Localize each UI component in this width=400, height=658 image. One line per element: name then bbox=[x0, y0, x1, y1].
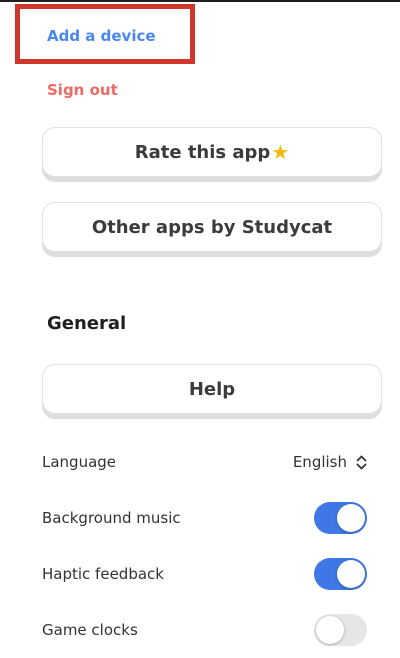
rate-app-label: Rate this app bbox=[134, 141, 271, 163]
game-clocks-toggle[interactable] bbox=[314, 614, 367, 646]
haptic-feedback-row: Haptic feedback bbox=[42, 557, 367, 591]
rate-app-button[interactable]: Rate this app ★ bbox=[42, 127, 382, 177]
background-music-row: Background music bbox=[42, 501, 367, 535]
sign-out-link[interactable]: Sign out bbox=[47, 81, 118, 99]
other-apps-button[interactable]: Other apps by Studycat bbox=[42, 202, 382, 252]
toggle-knob bbox=[316, 616, 344, 644]
other-apps-label: Other apps by Studycat bbox=[91, 216, 333, 238]
language-row: Language English bbox=[42, 445, 367, 479]
chevron-up-down-icon bbox=[355, 454, 367, 470]
toggle-knob bbox=[337, 560, 365, 588]
haptic-feedback-toggle[interactable] bbox=[314, 558, 367, 590]
add-device-link[interactable]: Add a device bbox=[47, 27, 156, 45]
background-music-label: Background music bbox=[42, 509, 181, 527]
background-music-toggle[interactable] bbox=[314, 502, 367, 534]
language-value: English bbox=[292, 453, 347, 471]
language-select[interactable]: English bbox=[293, 453, 367, 471]
game-clocks-row: Game clocks bbox=[42, 613, 367, 647]
star-icon: ★ bbox=[271, 140, 290, 164]
haptic-feedback-label: Haptic feedback bbox=[42, 565, 164, 583]
settings-screen: Add a device Sign out Rate this app ★ Ot… bbox=[0, 0, 400, 658]
toggle-knob bbox=[337, 504, 365, 532]
game-clocks-label: Game clocks bbox=[42, 621, 138, 639]
top-divider bbox=[0, 0, 400, 2]
help-button[interactable]: Help bbox=[42, 364, 382, 414]
language-label: Language bbox=[42, 453, 117, 471]
help-label: Help bbox=[188, 378, 236, 400]
general-heading: General bbox=[47, 313, 127, 334]
